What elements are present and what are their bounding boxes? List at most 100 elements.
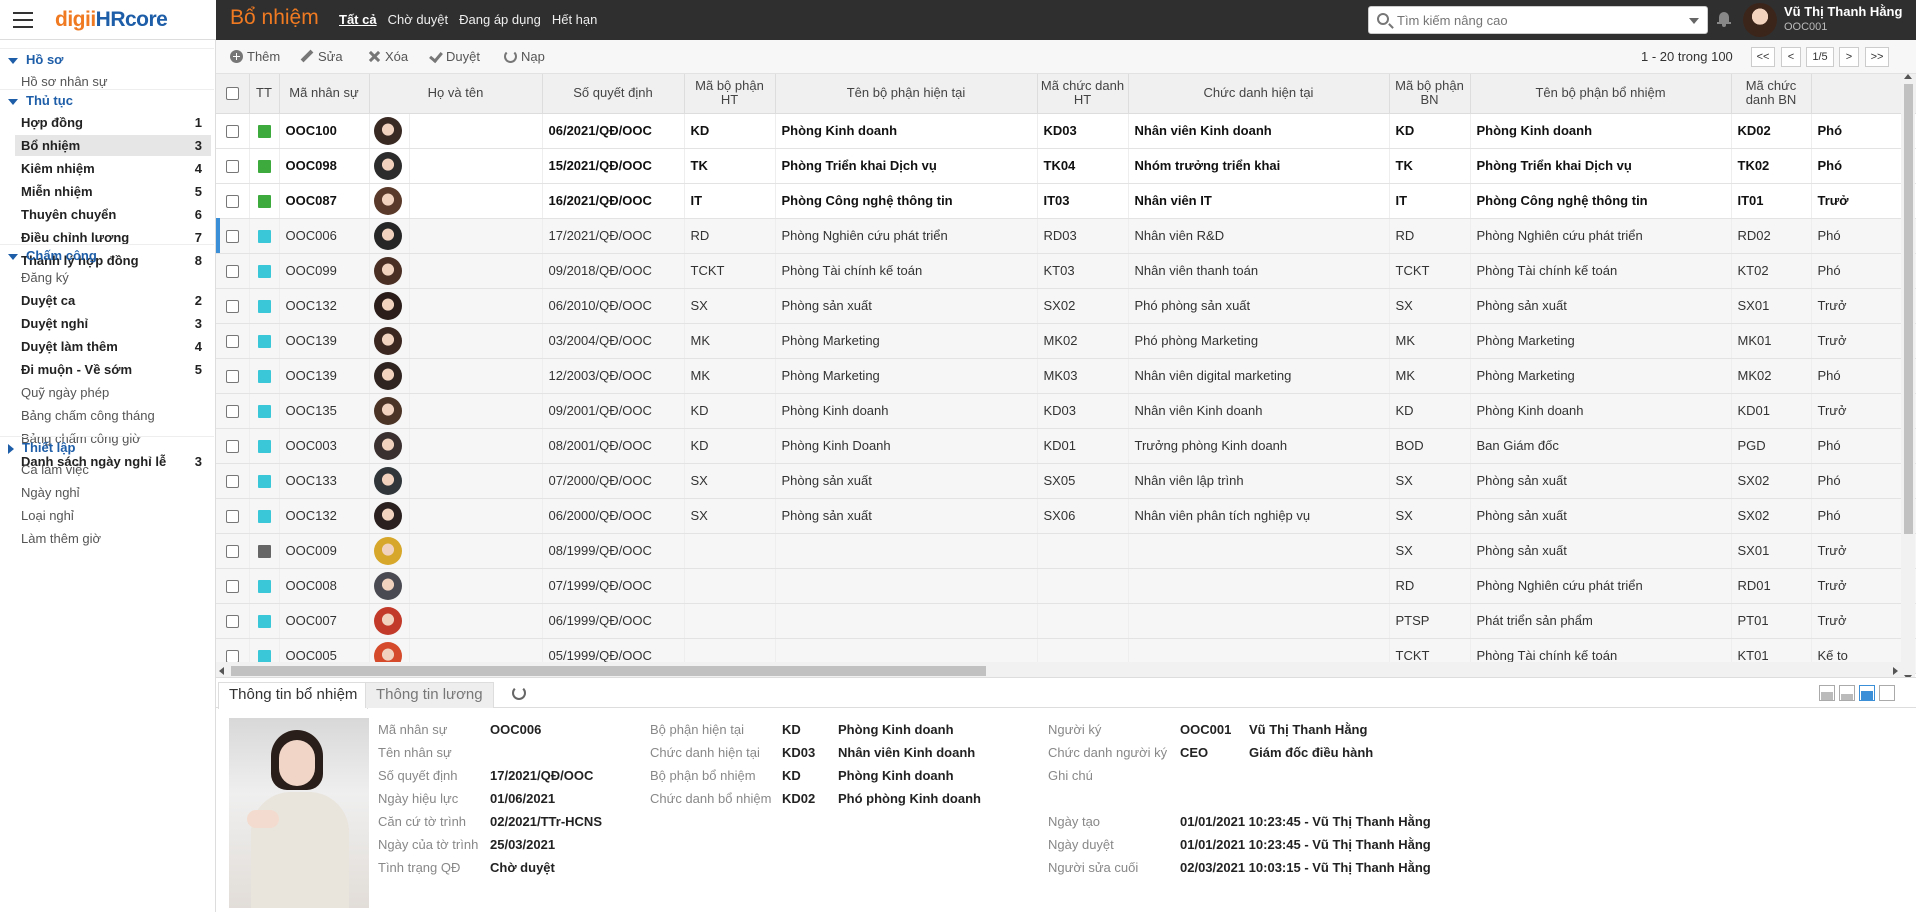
header-employee-code[interactable]: Mã nhân sự <box>279 74 370 114</box>
tab-all[interactable]: Tất cả <box>339 12 377 27</box>
table-row[interactable]: OOC132 06/2010/QĐ/OOC SX Phòng sản xuất SX02… <box>216 288 1916 324</box>
tab-pending[interactable]: Chờ duyệt <box>388 12 449 27</box>
row-checkbox[interactable] <box>225 335 239 349</box>
menu-icon[interactable] <box>13 12 33 28</box>
header-full-name[interactable]: Họ và tên <box>369 74 543 114</box>
row-select-cell[interactable] <box>216 428 250 464</box>
row-select-cell[interactable] <box>216 603 250 639</box>
select-all-checkbox[interactable] <box>225 87 239 101</box>
row-select-cell[interactable] <box>216 393 250 429</box>
tab-expired[interactable]: Hết hạn <box>552 12 598 27</box>
row-checkbox[interactable] <box>225 510 239 524</box>
sidebar-item[interactable]: Ca làm việc <box>15 459 211 480</box>
row-checkbox[interactable] <box>225 195 239 209</box>
search-dropdown-icon[interactable] <box>1689 18 1699 24</box>
row-select-cell[interactable] <box>216 533 250 569</box>
row-checkbox[interactable] <box>225 370 239 384</box>
reload-button[interactable]: Nạp <box>504 49 545 64</box>
user-name[interactable]: Vũ Thị Thanh Hằng <box>1784 4 1902 19</box>
header-title-bn-code[interactable]: Mã chức danh BN <box>1731 74 1812 114</box>
table-row[interactable]: OOC008 07/1999/QĐ/OOC RD Phòng Nghiên cứu p… <box>216 568 1916 604</box>
page-indicator[interactable]: 1/5 <box>1806 47 1834 67</box>
row-checkbox[interactable] <box>225 125 239 139</box>
table-row[interactable]: OOC087 16/2021/QĐ/OOC IT Phòng Công nghệ th… <box>216 183 1916 219</box>
row-checkbox[interactable] <box>225 615 239 629</box>
row-select-cell[interactable] <box>216 288 250 324</box>
bell-icon[interactable] <box>1717 12 1731 27</box>
table-row[interactable]: OOC007 06/1999/QĐ/OOC PTSP Phát triển sản p… <box>216 603 1916 639</box>
horizontal-scroll-thumb[interactable] <box>231 666 986 676</box>
table-row[interactable]: OOC099 09/2018/QĐ/OOC TCKT Phòng Tài chính … <box>216 253 1916 289</box>
header-title-ht-name[interactable]: Chức danh hiện tại <box>1128 74 1390 114</box>
add-button[interactable]: Thêm <box>230 49 280 64</box>
row-select-cell[interactable] <box>216 463 250 499</box>
table-row[interactable]: OOC100 06/2021/QĐ/OOC KD Phòng Kinh doanh KD… <box>216 113 1916 149</box>
row-checkbox[interactable] <box>225 475 239 489</box>
layout-option-3-icon[interactable] <box>1859 685 1875 701</box>
sidebar-item[interactable]: Bổ nhiệm 3 <box>15 135 211 156</box>
row-checkbox[interactable] <box>225 580 239 594</box>
sidebar-item[interactable]: Duyệt làm thêm 4 <box>15 336 211 357</box>
layout-option-4-icon[interactable] <box>1879 685 1895 701</box>
row-checkbox[interactable] <box>225 160 239 174</box>
scroll-up-icon[interactable] <box>1904 74 1912 79</box>
table-row[interactable]: OOC139 12/2003/QĐ/OOC MK Phòng Marketing MK0… <box>216 358 1916 394</box>
sidebar-group-2[interactable]: Chấm công <box>8 248 97 263</box>
first-page-button[interactable]: << <box>1751 47 1775 67</box>
row-checkbox[interactable] <box>225 265 239 279</box>
sidebar-group-3[interactable]: Thiết lập <box>8 440 75 455</box>
row-select-cell[interactable] <box>216 113 250 149</box>
row-checkbox[interactable] <box>225 545 239 559</box>
row-select-cell[interactable] <box>216 253 250 289</box>
sidebar-item[interactable]: Kiêm nhiệm 4 <box>15 158 211 179</box>
user-avatar[interactable] <box>1743 3 1777 37</box>
header-dept-bn-name[interactable]: Tên bộ phận bổ nhiệm <box>1470 74 1732 114</box>
sidebar-group-0[interactable]: Hồ sơ <box>8 52 63 67</box>
layout-option-2-icon[interactable] <box>1839 685 1855 701</box>
edit-button[interactable]: Sửa <box>301 49 343 64</box>
row-checkbox[interactable] <box>225 405 239 419</box>
refresh-icon[interactable] <box>512 686 526 700</box>
sidebar-item[interactable]: Đăng ký <box>15 267 211 288</box>
last-page-button[interactable]: >> <box>1865 47 1889 67</box>
select-all-header[interactable] <box>216 74 250 114</box>
table-row[interactable]: OOC135 09/2001/QĐ/OOC KD Phòng Kinh doanh KD… <box>216 393 1916 429</box>
row-select-cell[interactable] <box>216 358 250 394</box>
logo[interactable]: digiiHRcore <box>55 8 168 32</box>
sidebar-item[interactable]: Duyệt nghỉ 3 <box>15 313 211 334</box>
approve-button[interactable]: Duyệt <box>429 49 480 64</box>
header-title-ht-code[interactable]: Mã chức danh HT <box>1037 74 1129 114</box>
vertical-scrollbar[interactable] <box>1901 74 1915 677</box>
table-row[interactable]: OOC006 17/2021/QĐ/OOC RD Phòng Nghiên cứu p… <box>216 218 1916 254</box>
sidebar-item[interactable]: Hợp đồng 1 <box>15 112 211 133</box>
row-select-cell[interactable] <box>216 218 250 254</box>
advanced-search[interactable] <box>1368 6 1708 34</box>
sidebar-item[interactable]: Duyệt ca 2 <box>15 290 211 311</box>
row-checkbox[interactable] <box>225 440 239 454</box>
row-select-cell[interactable] <box>216 148 250 184</box>
row-checkbox[interactable] <box>225 230 239 244</box>
table-row[interactable]: OOC133 07/2000/QĐ/OOC SX Phòng sản xuất SX05… <box>216 463 1916 499</box>
scroll-left-icon[interactable] <box>219 667 224 675</box>
header-dept-bn-code[interactable]: Mã bộ phận BN <box>1389 74 1471 114</box>
table-row[interactable]: OOC003 08/2001/QĐ/OOC KD Phòng Kinh Doanh KD… <box>216 428 1916 464</box>
tab-active[interactable]: Đang áp dụng <box>459 12 541 27</box>
row-select-cell[interactable] <box>216 568 250 604</box>
sidebar-item[interactable]: Thuyên chuyển 6 <box>15 204 211 225</box>
horizontal-scrollbar[interactable] <box>216 662 1901 677</box>
sidebar-item[interactable]: Làm thêm giờ <box>15 528 211 549</box>
sidebar-item[interactable]: Bảng chấm công tháng <box>15 405 211 426</box>
sidebar-item[interactable]: Loại nghỉ <box>15 505 211 526</box>
sidebar-item[interactable]: Miễn nhiệm 5 <box>15 181 211 202</box>
row-checkbox[interactable] <box>225 300 239 314</box>
next-page-button[interactable]: > <box>1839 47 1859 67</box>
vertical-scroll-thumb[interactable] <box>1904 84 1913 534</box>
table-row[interactable]: OOC009 08/1999/QĐ/OOC SX Phòng sản xuất SX01… <box>216 533 1916 569</box>
tab-appointment-info[interactable]: Thông tin bổ nhiệm <box>218 682 369 709</box>
sidebar-item[interactable]: Quỹ ngày phép <box>15 382 211 403</box>
search-input[interactable] <box>1397 10 1682 30</box>
table-row[interactable]: OOC132 06/2000/QĐ/OOC SX Phòng sản xuất SX06… <box>216 498 1916 534</box>
layout-option-1-icon[interactable] <box>1819 685 1835 701</box>
sidebar-item[interactable]: Đi muộn - Về sớm 5 <box>15 359 211 380</box>
header-dept-ht-name[interactable]: Tên bộ phận hiện tại <box>775 74 1038 114</box>
